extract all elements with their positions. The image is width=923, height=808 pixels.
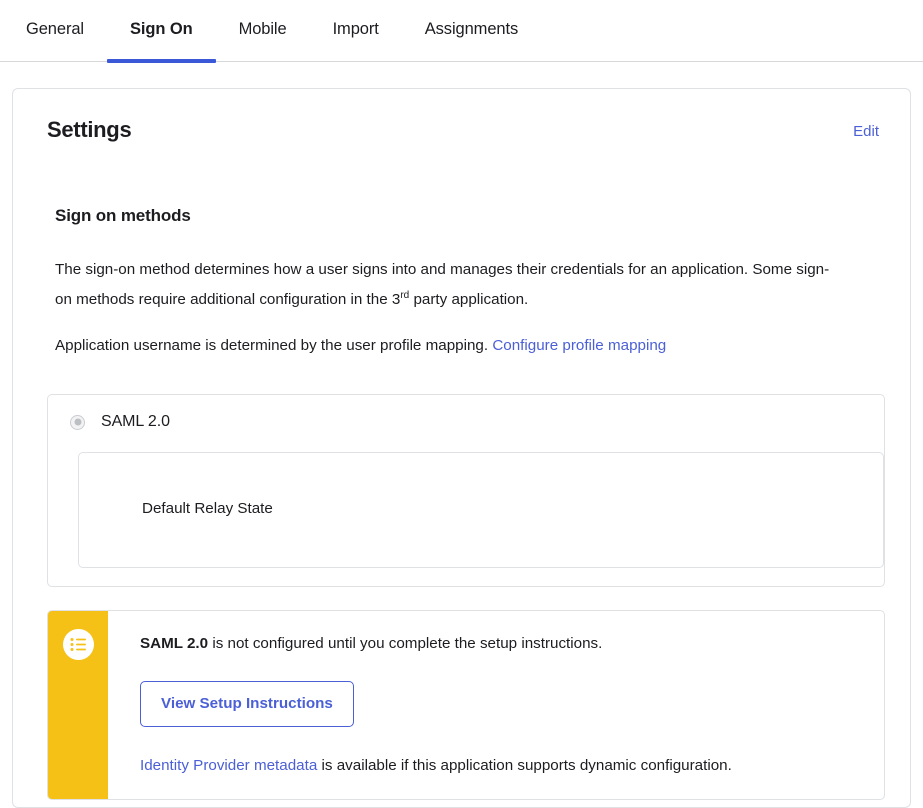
tab-sign-on[interactable]: Sign On xyxy=(107,18,216,63)
tab-assignments-label: Assignments xyxy=(424,20,519,38)
tab-bar: General Sign On Mobile Import Assignment… xyxy=(0,0,923,63)
alert-message-rest: is not configured until you complete the… xyxy=(208,635,603,652)
section-title-sign-on-methods: Sign on methods xyxy=(55,206,191,225)
configure-profile-mapping-link[interactable]: Configure profile mapping xyxy=(492,337,666,354)
tab-general[interactable]: General xyxy=(26,18,107,62)
default-relay-state-label: Default Relay State xyxy=(142,500,273,517)
application-username-text: Application username is determined by th… xyxy=(55,337,493,354)
identity-provider-metadata-link[interactable]: Identity Provider metadata xyxy=(140,757,317,774)
edit-button[interactable]: Edit xyxy=(853,120,879,144)
alert-message-bold-prefix: SAML 2.0 xyxy=(140,635,209,652)
instructions-list-icon xyxy=(62,629,94,660)
tab-general-label: General xyxy=(26,20,85,38)
setup-instructions-alert: SAML 2.0 is not configured until you com… xyxy=(47,610,885,800)
sign-on-description-paragraph: The sign-on method determines how a user… xyxy=(55,255,845,315)
tab-assignments[interactable]: Assignments xyxy=(402,18,541,62)
sign-on-method-option-box: SAML 2.0 Default Relay State xyxy=(47,394,885,587)
tab-mobile[interactable]: Mobile xyxy=(216,18,310,62)
tab-import-label: Import xyxy=(332,20,379,38)
ordinal-suffix: rd xyxy=(400,289,410,301)
tab-sign-on-label: Sign On xyxy=(130,20,193,38)
page-title: Settings xyxy=(47,117,132,142)
application-username-paragraph: Application username is determined by th… xyxy=(55,331,845,361)
alert-message: SAML 2.0 is not configured until you com… xyxy=(140,633,860,655)
saml-option-row[interactable]: SAML 2.0 xyxy=(65,413,867,431)
alert-stripe xyxy=(48,611,108,799)
view-setup-instructions-button[interactable]: View Setup Instructions xyxy=(140,681,354,727)
settings-card: Settings Edit Sign on methods The sign-o… xyxy=(12,88,911,808)
default-relay-state-panel: Default Relay State xyxy=(78,452,884,568)
alert-body: SAML 2.0 is not configured until you com… xyxy=(108,611,884,799)
description-text-part-2: party application. xyxy=(409,291,529,308)
saml-option-label: SAML 2.0 xyxy=(101,413,170,430)
identity-provider-metadata-line: Identity Provider metadata is available … xyxy=(140,755,860,777)
identity-provider-metadata-rest: is available if this application support… xyxy=(317,757,732,774)
saml-radio-button[interactable] xyxy=(70,414,85,430)
tab-import[interactable]: Import xyxy=(310,18,402,62)
card-header: Settings Edit xyxy=(13,89,910,144)
active-tab-indicator xyxy=(107,59,216,63)
tab-mobile-label: Mobile xyxy=(238,20,287,38)
